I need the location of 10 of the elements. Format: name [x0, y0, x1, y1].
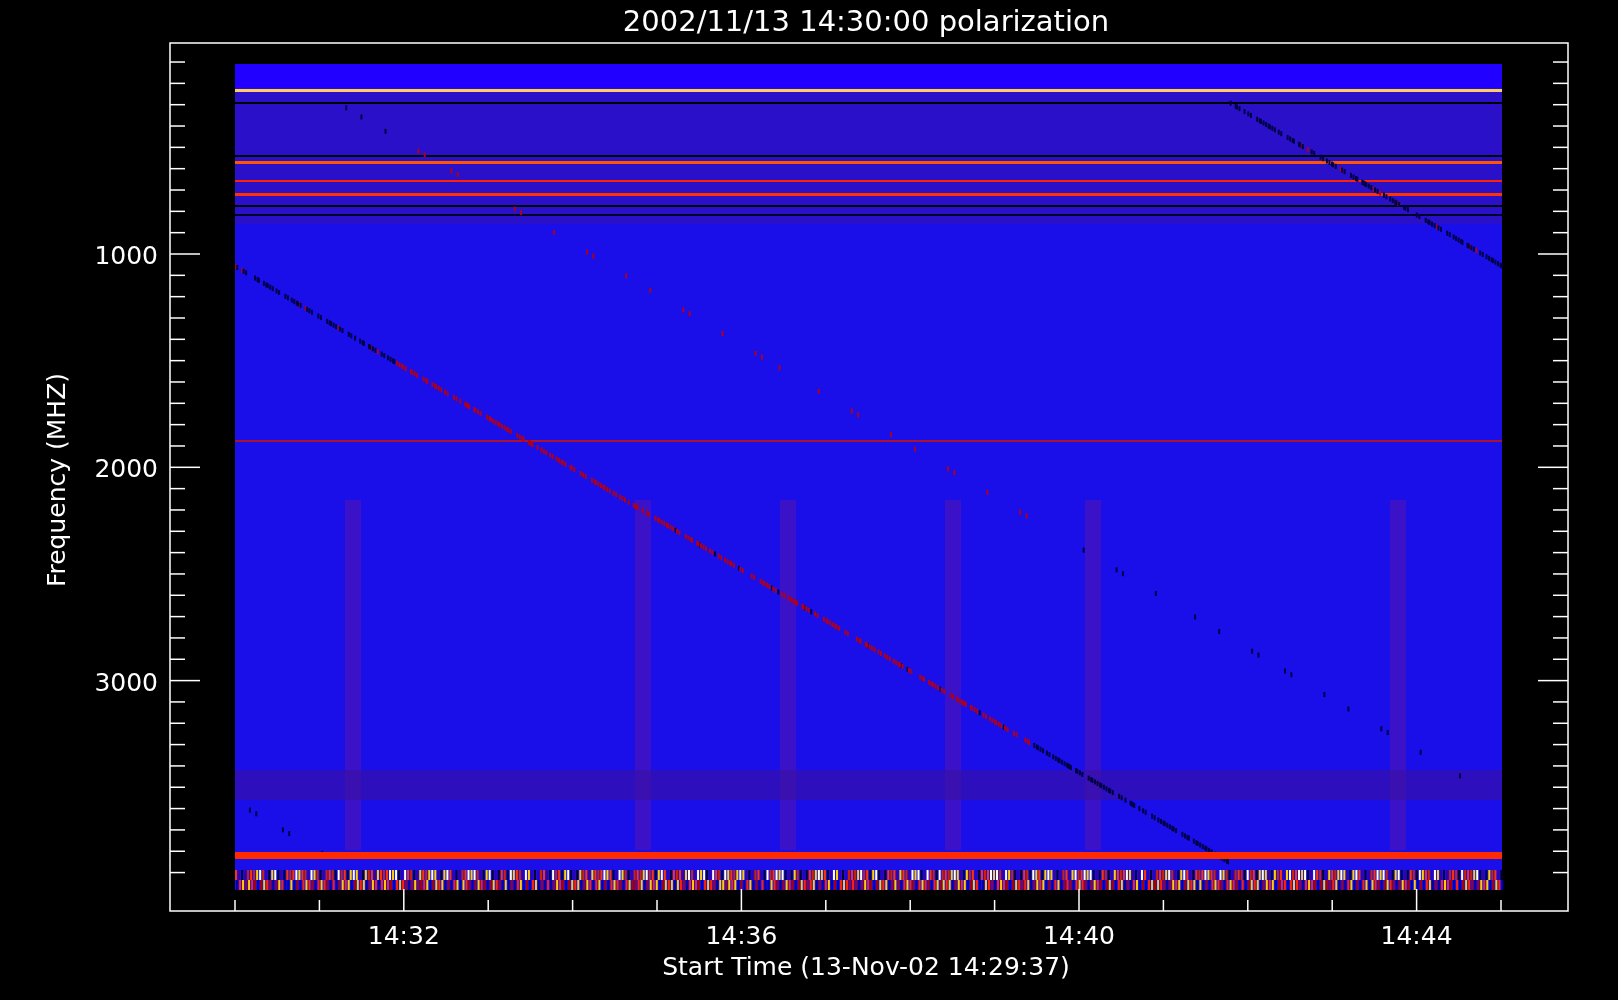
y-tick-label: 1000: [94, 241, 158, 270]
x-tick-label: 14:44: [1380, 921, 1453, 950]
x-axis-label: Start Time (13-Nov-02 14:29:37): [662, 952, 1070, 981]
y-tick-label: 3000: [94, 667, 158, 697]
x-tick-label: 14:40: [1043, 921, 1115, 950]
y-axis-label: Frequency (MHZ): [42, 372, 71, 588]
x-tick-label: 14:32: [367, 921, 440, 950]
x-tick-label: 14:36: [705, 921, 778, 950]
y-tick-label: 2000: [94, 454, 158, 484]
plot-title: 2002/11/13 14:30:00 polarization: [622, 4, 1110, 38]
